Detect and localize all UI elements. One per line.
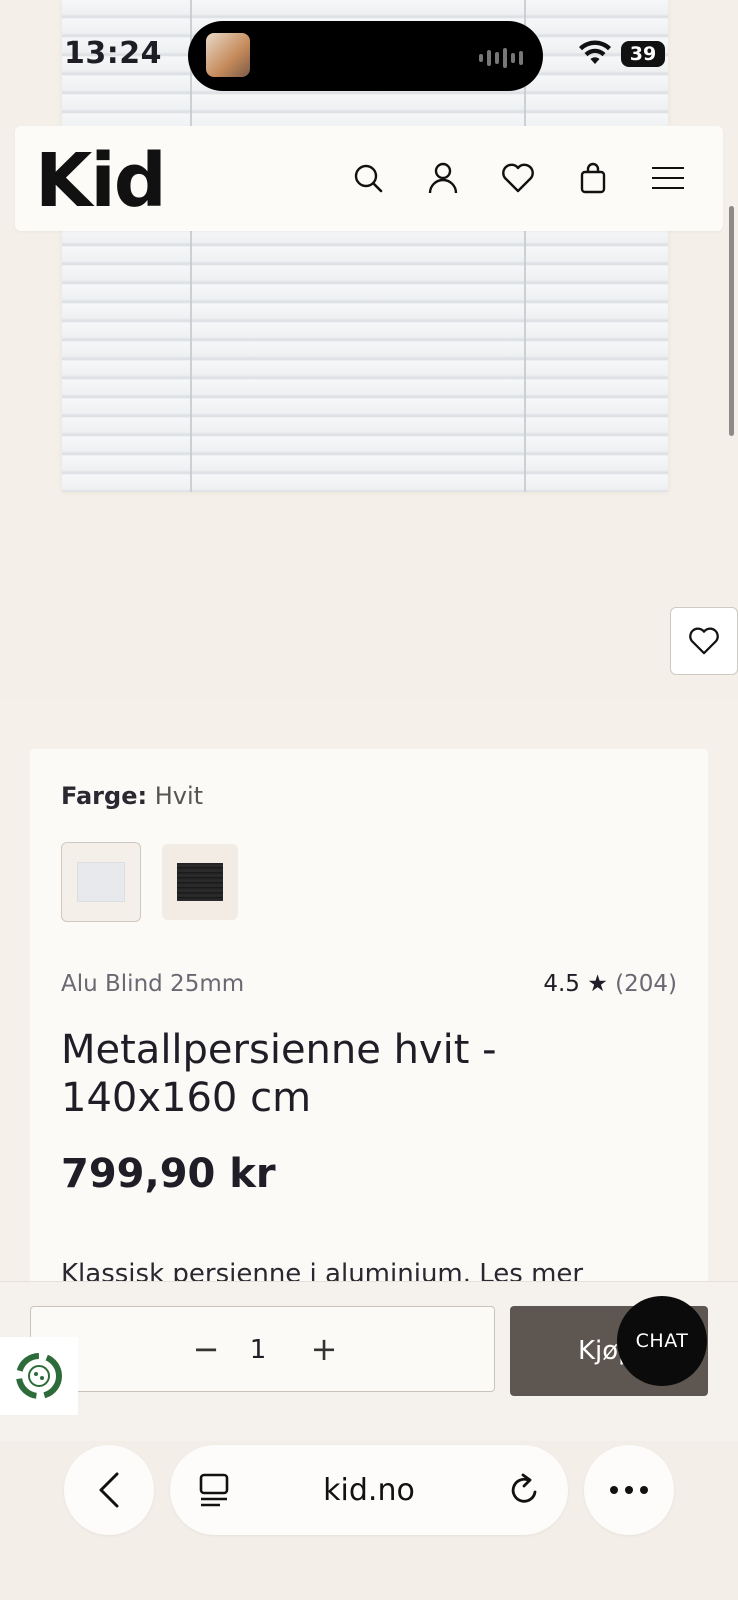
more-options-button[interactable] (584, 1445, 674, 1535)
reload-icon[interactable] (508, 1473, 540, 1507)
product-title: Metallpersienne hvit - 140x160 cm (61, 1027, 497, 1121)
add-to-wishlist-button[interactable] (670, 607, 738, 675)
now-playing-artwork (206, 33, 250, 77)
product-brand[interactable]: Alu Blind 25mm (61, 971, 244, 997)
increase-quantity-button[interactable]: + (299, 1325, 349, 1375)
chevron-left-icon (99, 1472, 119, 1508)
wifi-icon (579, 40, 611, 64)
heart-icon (689, 627, 719, 655)
dynamic-island[interactable] (188, 21, 543, 91)
search-icon[interactable] (348, 158, 388, 198)
audio-wave-icon (479, 48, 523, 68)
decrease-quantity-button[interactable]: − (181, 1325, 231, 1375)
product-info-card: Farge: Hvit Alu Blind 25mm 4.5 ★ (204) M… (30, 749, 708, 1349)
swatch-black[interactable] (162, 844, 238, 920)
status-time: 13:24 (64, 36, 162, 71)
cart-bag-icon[interactable] (573, 158, 613, 198)
color-selection-label: Farge: Hvit (61, 782, 204, 810)
scrollbar[interactable] (729, 206, 734, 436)
tabs-icon (199, 1473, 229, 1507)
wishlist-heart-icon[interactable] (498, 158, 538, 198)
site-header: Kid (15, 126, 723, 231)
back-button[interactable] (64, 1445, 154, 1535)
swatch-white[interactable] (61, 842, 141, 922)
browser-toolbar: kid.no (0, 1441, 738, 1600)
kid-logo[interactable]: Kid (35, 136, 167, 226)
chat-button[interactable]: CHAT (617, 1296, 707, 1386)
eco-recycle-icon[interactable] (0, 1337, 78, 1415)
product-price: 799,90 kr (61, 1151, 276, 1197)
product-image-area[interactable] (0, 0, 738, 700)
menu-hamburger-icon[interactable] (648, 158, 688, 198)
product-rating[interactable]: 4.5 ★ (204) (543, 971, 677, 997)
address-bar[interactable]: kid.no (170, 1445, 568, 1535)
battery-indicator: 39 (621, 41, 665, 67)
quantity-stepper: − 1 + (30, 1306, 495, 1392)
quantity-value[interactable]: 1 (243, 1325, 273, 1375)
url-text[interactable]: kid.no (323, 1473, 415, 1508)
account-icon[interactable] (423, 158, 463, 198)
ellipsis-icon (610, 1486, 648, 1494)
